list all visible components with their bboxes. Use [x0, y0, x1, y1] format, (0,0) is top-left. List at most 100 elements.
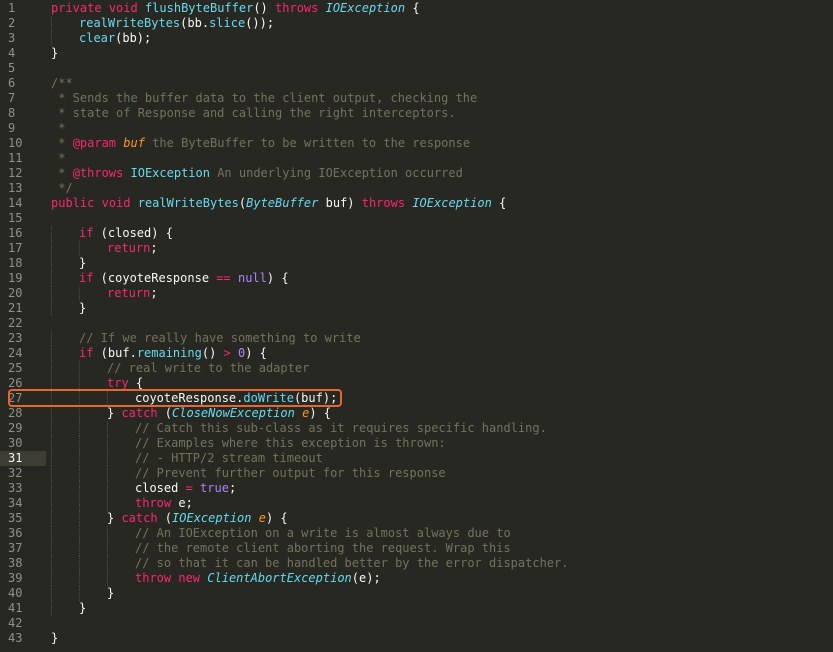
code-line[interactable]: if (coyoteResponse == null) { — [79, 271, 289, 286]
code-line[interactable]: } — [51, 631, 58, 646]
code-line[interactable]: // the remote client aborting the reques… — [135, 541, 511, 556]
code-line[interactable]: } — [79, 256, 86, 271]
code-token: (closed) { — [93, 226, 173, 240]
indent-guide — [79, 466, 80, 481]
indent-guide — [79, 541, 80, 556]
code-line[interactable]: } — [107, 586, 114, 601]
code-text-area[interactable]: private void flushByteBuffer() throws IO… — [46, 0, 833, 652]
code-token: { — [491, 196, 507, 210]
code-line[interactable]: closed = true; — [135, 481, 236, 496]
code-line[interactable]: return; — [107, 286, 158, 301]
code-line[interactable]: clear(bb); — [79, 31, 151, 46]
code-line[interactable]: // Examples where this exception is thro… — [135, 436, 446, 451]
line-number: 4 — [8, 46, 16, 60]
code-line[interactable]: throw new ClientAbortException(e); — [135, 571, 381, 586]
code-line[interactable]: try { — [107, 376, 143, 391]
code-line[interactable]: } — [79, 601, 86, 616]
indent-guide — [107, 541, 108, 556]
code-line[interactable]: // real write to the adapter — [107, 361, 309, 376]
code-line[interactable]: if (closed) { — [79, 226, 173, 241]
indent-guide — [79, 391, 80, 406]
code-line[interactable]: // - HTTP/2 stream timeout — [135, 451, 323, 466]
code-editor[interactable]: 1 2 3 4 5 6 7 8 9 10 11 12 13 14 15 16 17 18 19 20 21 22 23 24 2… — [0, 0, 833, 652]
comment-token: * — [51, 121, 66, 135]
line-number: 21 — [8, 301, 23, 315]
indent-guide — [107, 496, 108, 511]
code-line[interactable]: } catch (CloseNowException e) { — [107, 406, 331, 421]
code-line[interactable]: if (buf.remaining() > 0) { — [79, 346, 267, 361]
line-number: 40 — [8, 586, 23, 600]
code-line[interactable]: throw e; — [135, 496, 193, 511]
code-token: ) { — [266, 271, 289, 285]
line-number: 14 — [8, 196, 23, 210]
line-number: 3 — [8, 31, 16, 45]
indent-guide — [107, 481, 108, 496]
code-line[interactable]: coyoteResponse.doWrite(buf); — [135, 391, 337, 406]
comment-token: // An IOException on a write is almost a… — [135, 526, 511, 540]
indent-guide — [51, 241, 52, 256]
code-token: ) { — [245, 346, 267, 360]
code-line[interactable]: * @throws IOException An underlying IOEx… — [51, 166, 463, 181]
code-line[interactable]: } — [79, 301, 86, 316]
comment-token: the ByteBuffer to be written to the resp… — [144, 136, 471, 150]
indent-guide — [79, 526, 80, 541]
code-line[interactable]: } catch (IOException e) { — [107, 511, 288, 526]
line-number: 1 — [8, 1, 16, 15]
code-line[interactable]: } — [51, 46, 58, 61]
keyword-token: throw — [135, 571, 172, 585]
line-number: 33 — [8, 481, 23, 495]
code-line[interactable]: * @param buf the ByteBuffer to be writte… — [51, 136, 470, 151]
function-token: remaining — [136, 346, 202, 360]
indent-guide — [51, 436, 52, 451]
code-line[interactable]: // so that it can be handled better by t… — [135, 556, 568, 571]
indent-guide — [51, 601, 52, 616]
line-number: 26 — [8, 376, 23, 390]
code-line[interactable]: */ — [51, 181, 73, 196]
code-token: { — [405, 1, 420, 15]
keyword-token: if — [79, 271, 94, 285]
comment-token: * — [51, 136, 73, 150]
indent-guide — [51, 256, 52, 271]
code-line[interactable]: /** — [51, 76, 73, 91]
indent-guide — [79, 586, 80, 601]
code-line[interactable]: realWriteBytes(bb.slice()); — [79, 16, 274, 31]
code-line[interactable]: // Catch this sub-class as it requires s… — [135, 421, 547, 436]
line-number: 6 — [8, 76, 16, 90]
keyword-token: catch — [121, 511, 158, 525]
code-line[interactable]: // Prevent further output for this respo… — [135, 466, 446, 481]
indent-guide — [51, 331, 52, 346]
line-number-gutter: 1 2 3 4 5 6 7 8 9 10 11 12 13 14 15 16 17 18 19 20 21 22 23 24 2… — [0, 0, 46, 652]
code-token: } — [107, 511, 122, 525]
code-token: } — [79, 601, 87, 615]
code-line[interactable]: public void realWriteBytes(ByteBuffer bu… — [51, 196, 506, 211]
code-token: (coyoteResponse — [93, 271, 217, 285]
comment-token: */ — [51, 181, 73, 195]
keyword-token: throw — [135, 496, 172, 510]
indent-guide — [51, 406, 52, 421]
keyword-token: == — [216, 271, 231, 285]
line-number: 20 — [8, 286, 23, 300]
line-number: 13 — [8, 181, 23, 195]
indent-guide — [51, 271, 52, 286]
function-token: doWrite — [243, 391, 294, 405]
code-line[interactable]: private void flushByteBuffer() throws IO… — [51, 1, 420, 16]
code-line[interactable]: return; — [107, 241, 158, 256]
indent-guide — [51, 346, 52, 361]
code-line[interactable]: // If we really have something to write — [79, 331, 361, 346]
code-line[interactable]: // An IOException on a write is almost a… — [135, 526, 511, 541]
code-line[interactable]: * — [51, 151, 65, 166]
code-line[interactable]: * — [51, 121, 65, 136]
code-line[interactable]: * state of Response and calling the righ… — [51, 106, 455, 121]
code-line[interactable]: * Sends the buffer data to the client ou… — [51, 91, 477, 106]
indent-guide — [79, 241, 80, 256]
line-number: 9 — [8, 121, 16, 135]
keyword-token: try — [107, 376, 129, 390]
indent-guide — [107, 571, 108, 586]
function-token: clear — [79, 31, 116, 45]
